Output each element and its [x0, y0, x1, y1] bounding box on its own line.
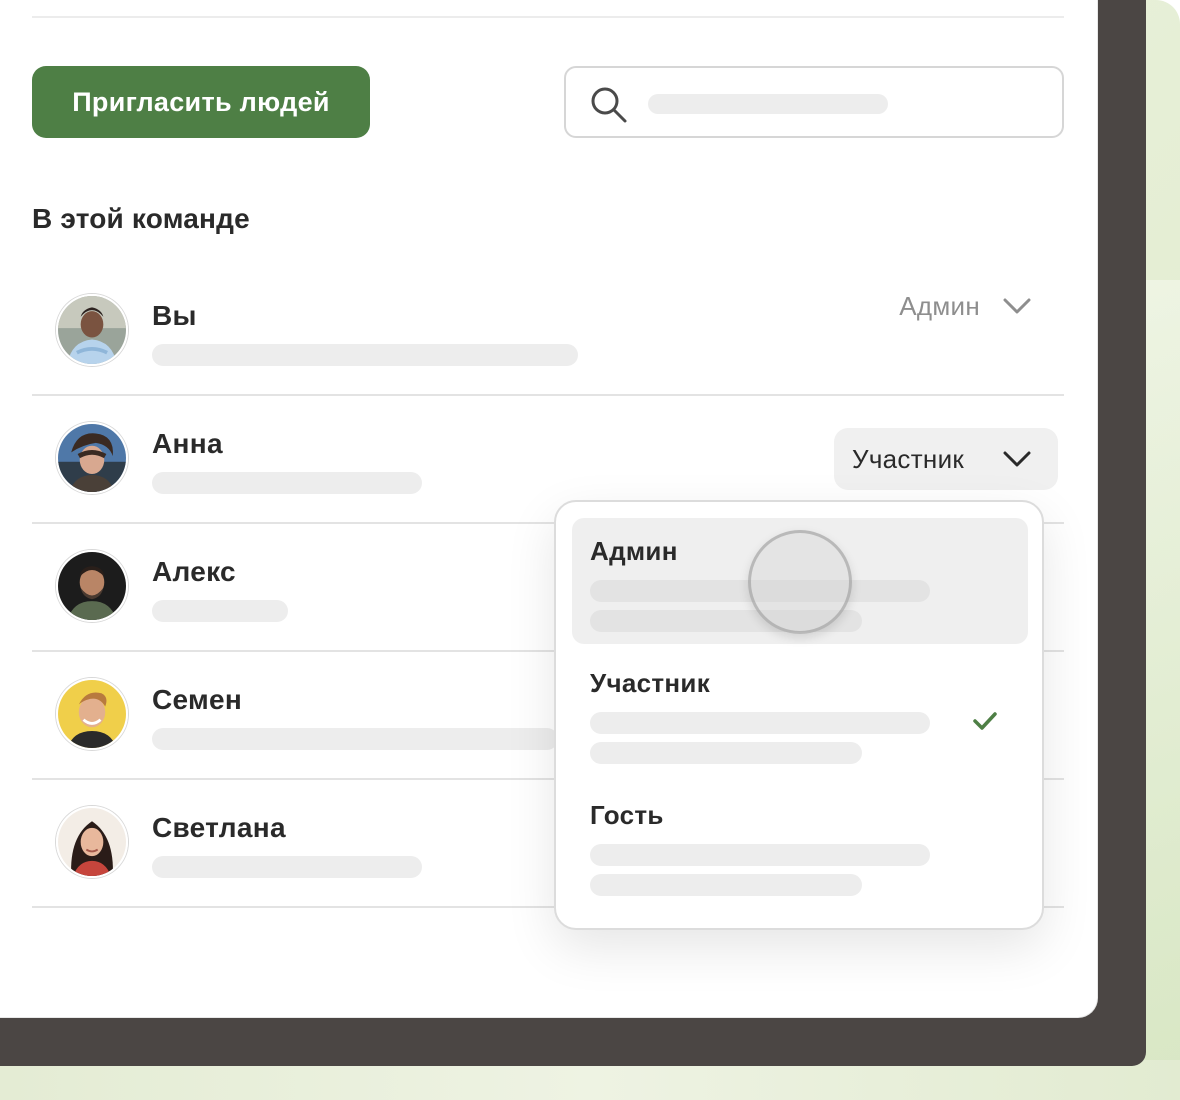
member-name: Алекс [152, 556, 236, 587]
role-option-label: Админ [590, 536, 678, 566]
member-email-placeholder [152, 344, 578, 366]
member-name: Анна [152, 428, 223, 459]
search-icon [591, 87, 627, 123]
avatar-alex-image [58, 552, 126, 620]
avatar [56, 294, 128, 366]
role-description-placeholder [590, 742, 862, 764]
role-selector-you[interactable]: Админ [899, 286, 1032, 326]
member-email-placeholder [152, 472, 422, 494]
chevron-down-icon [1003, 298, 1031, 314]
team-members-panel: Пригласить людей В этой команде Вы Админ… [0, 0, 1098, 1018]
role-label: Участник [852, 443, 965, 474]
role-description-placeholder [590, 844, 930, 866]
cursor-indicator [748, 530, 852, 634]
member-name: Вы [152, 300, 197, 331]
search-input[interactable] [564, 66, 1064, 138]
app-stage: Пригласить людей В этой команде Вы Админ… [0, 0, 1180, 1100]
role-label: Админ [899, 290, 980, 321]
member-name: Светлана [152, 812, 286, 843]
invite-people-button[interactable]: Пригласить людей [32, 66, 370, 138]
avatar [56, 678, 128, 750]
member-name: Семен [152, 684, 243, 715]
background-bottom [0, 1060, 1180, 1100]
background-stripe [1140, 280, 1180, 1100]
role-description-placeholder [590, 874, 862, 896]
role-option-member[interactable]: Участник [572, 650, 1028, 776]
member-row-you: Вы Админ [32, 268, 1064, 396]
role-option-label: Гость [590, 800, 664, 830]
member-email-placeholder [152, 728, 558, 750]
role-description-placeholder [590, 712, 930, 734]
member-email-placeholder [152, 856, 422, 878]
avatar-svetlana-image [58, 808, 126, 876]
divider [32, 16, 1064, 18]
role-option-guest[interactable]: Гость [572, 782, 1028, 908]
avatar [56, 806, 128, 878]
check-icon [973, 712, 997, 730]
avatar [56, 422, 128, 494]
role-selector-anna[interactable]: Участник [834, 428, 1058, 490]
chevron-down-icon [1003, 451, 1031, 467]
search-placeholder-bar [648, 94, 888, 114]
role-option-label: Участник [590, 668, 711, 698]
avatar [56, 550, 128, 622]
avatar-semen-image [58, 680, 126, 748]
avatar-anna-image [58, 424, 126, 492]
avatar-you-image [58, 296, 126, 364]
section-title: В этой команде [32, 203, 250, 234]
member-email-placeholder [152, 600, 288, 622]
